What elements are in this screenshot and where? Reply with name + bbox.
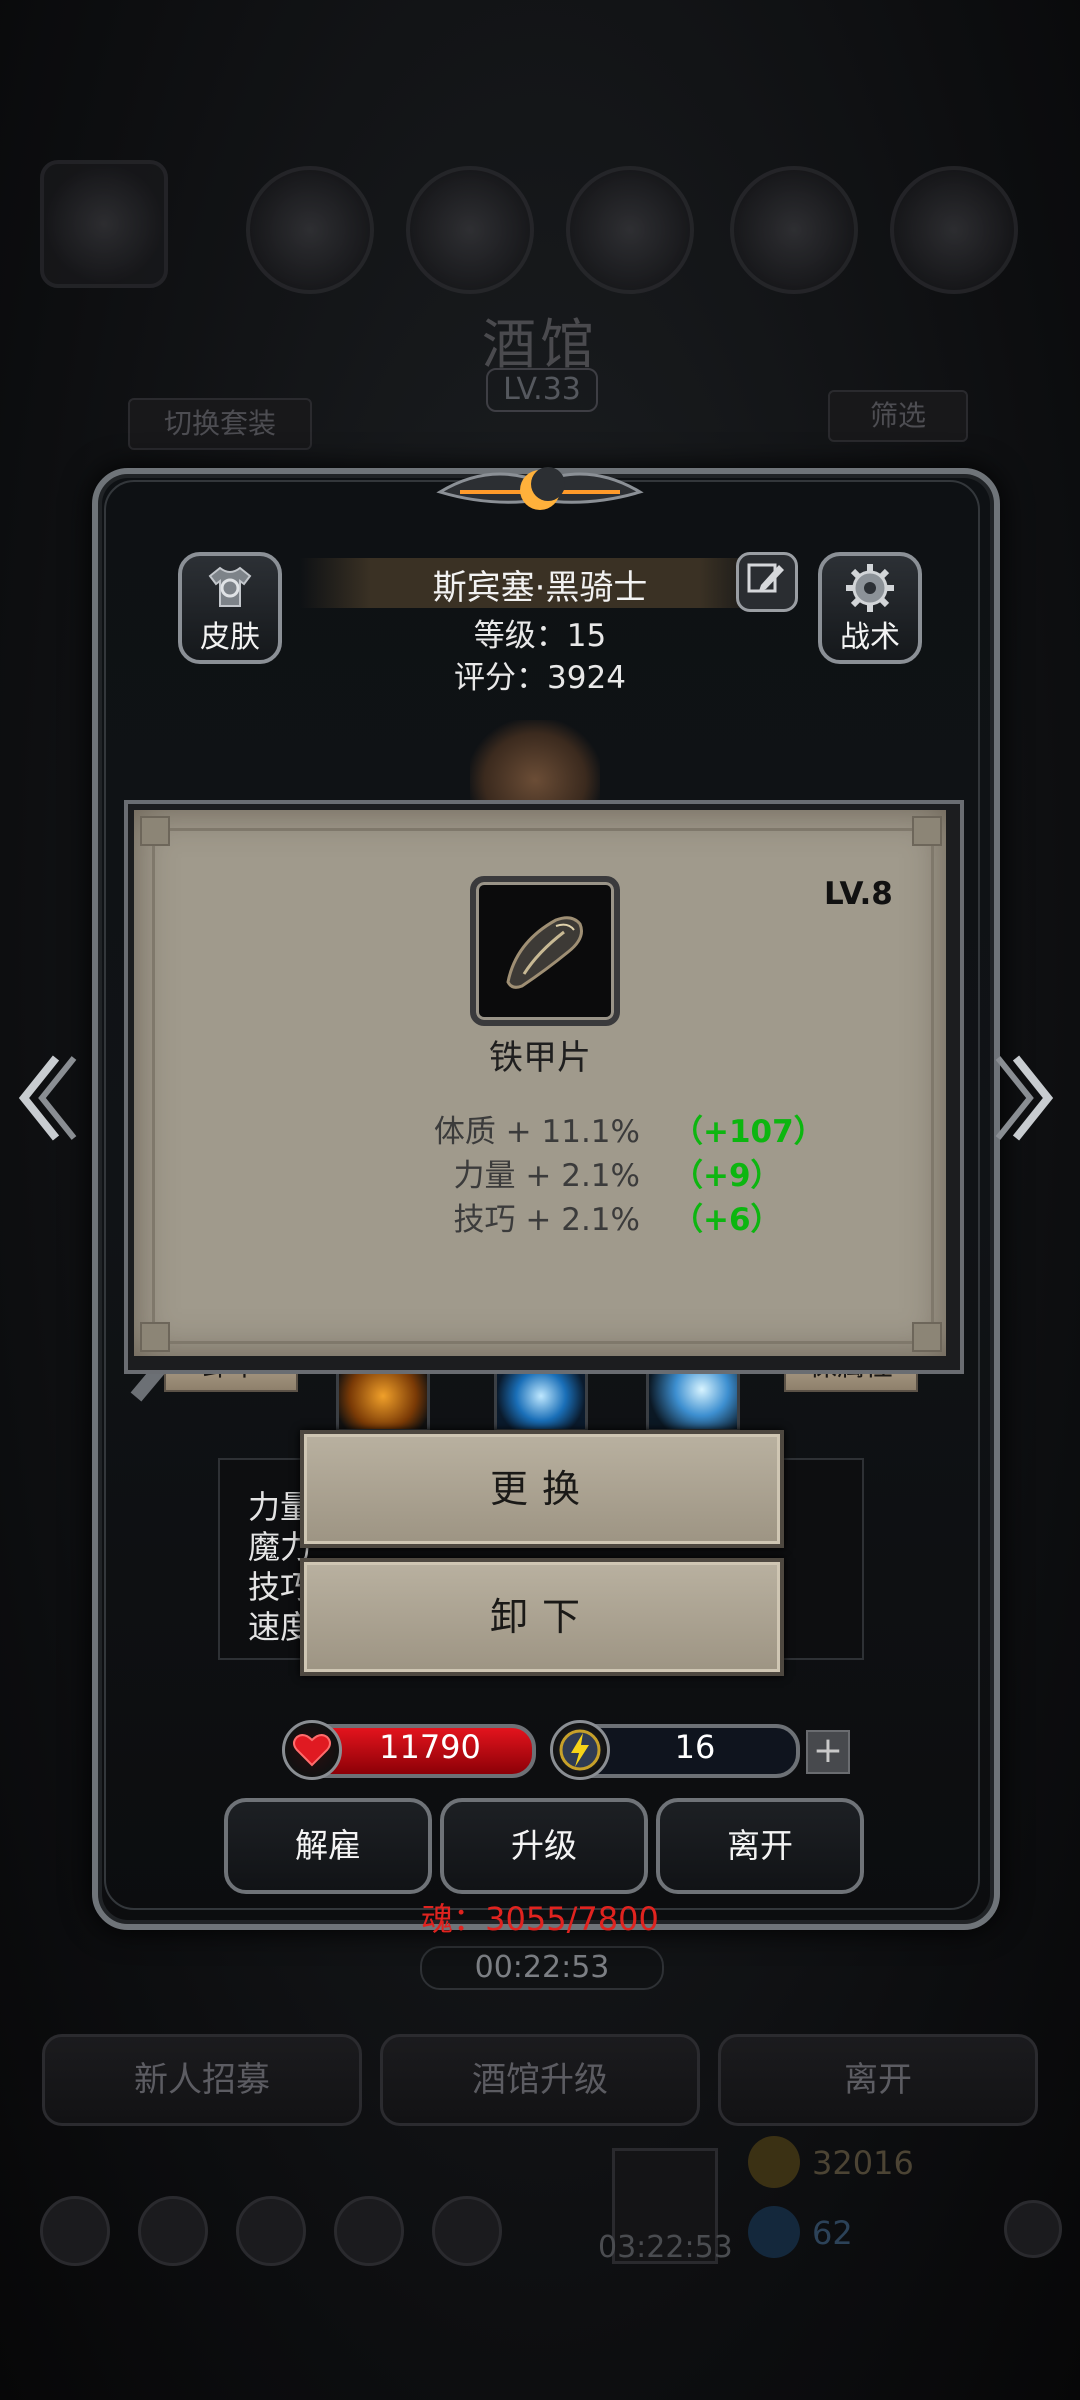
leave-tavern-button: 离开 (718, 2034, 1038, 2126)
unequip-item-button[interactable]: 卸下 (300, 1558, 784, 1676)
gold-icon (748, 2136, 800, 2188)
forge-tab-icon (406, 166, 534, 294)
craft-tab-icon (566, 166, 694, 294)
item-stat-strength-bonus: （+9） (672, 1158, 782, 1194)
moon-crest-icon (436, 467, 644, 510)
dismiss-button[interactable]: 解雇 (224, 1798, 432, 1894)
gem-amount: 62 (812, 2214, 853, 2252)
hp-value: 11790 (379, 1728, 481, 1766)
hero-score: 评分：3924 (454, 660, 626, 696)
tactics-button[interactable]: 战术 (818, 552, 922, 664)
edit-pencil-icon (747, 563, 784, 593)
energy-value: 16 (674, 1728, 716, 1766)
map-tab-icon (890, 166, 1018, 294)
replace-item-button[interactable]: 更换 (300, 1430, 784, 1548)
menu-icon-1 (40, 2196, 110, 2266)
popup-corner-br (912, 1322, 942, 1352)
tavern-tab-icon (40, 160, 168, 288)
menu-icon-4 (334, 2196, 404, 2266)
menu-icon-5 (432, 2196, 502, 2266)
item-slot (470, 876, 620, 1026)
soul-counter: 魂：3055/7800 (421, 1900, 659, 1938)
rename-button[interactable] (736, 552, 798, 612)
popup-corner-bl (140, 1322, 170, 1352)
switch-outfit-button: 切换套装 (128, 398, 312, 450)
upgrade-tavern-button: 酒馆升级 (380, 2034, 700, 2126)
menu-icon-2 (138, 2196, 208, 2266)
item-stat-skill: 技巧 + 2.1% (453, 1202, 640, 1238)
gear-icon (846, 564, 894, 612)
menu-icon-3 (236, 2196, 306, 2266)
skin-button-label: 皮肤 (200, 620, 260, 655)
shirt-icon (208, 566, 252, 607)
item-stat-skill-bonus: （+6） (672, 1202, 782, 1238)
item-stat-strength: 力量 + 2.1% (453, 1158, 640, 1194)
next-hero-arrow-icon[interactable] (992, 1050, 1056, 1146)
upgrade-hero-button[interactable]: 升级 (440, 1798, 648, 1894)
shop-tab-icon (246, 166, 374, 294)
skin-button[interactable]: 皮肤 (178, 552, 282, 664)
popup-corner-tl (140, 816, 170, 846)
gift-timer: 03:22:53 (598, 2230, 733, 2265)
tactics-button-label: 战术 (840, 620, 900, 655)
tavern-level-badge: LV.33 (486, 368, 598, 412)
gold-amount: 32016 (812, 2144, 914, 2182)
gem-icon (748, 2206, 800, 2258)
item-stat-constitution: 体质 + 11.1% (433, 1114, 640, 1150)
add-currency-icon (1004, 2200, 1062, 2258)
popup-corner-tr (912, 816, 942, 846)
item-level: LV.8 (824, 876, 893, 912)
hero-name: 斯宾塞·黑骑士 (432, 568, 648, 608)
item-name: 铁甲片 (489, 1038, 591, 1078)
recruit-timer: 00:22:53 (420, 1946, 664, 1990)
previous-hero-arrow-icon[interactable] (16, 1050, 80, 1146)
hero-level: 等级：15 (473, 618, 607, 654)
recruit-button: 新人招募 (42, 2034, 362, 2126)
leave-button[interactable]: 离开 (656, 1798, 864, 1894)
filter-button: 筛选 (828, 390, 968, 442)
item-stat-constitution-bonus: （+107） (672, 1114, 825, 1150)
add-energy-button[interactable]: + (806, 1730, 850, 1774)
magic-tab-icon (730, 166, 858, 294)
iron-armor-piece-icon (506, 916, 583, 989)
